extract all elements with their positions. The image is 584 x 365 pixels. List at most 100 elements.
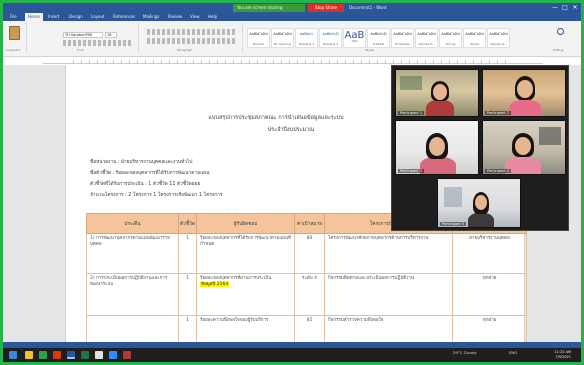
style-intense-quote[interactable]: AaBbCcDd Intense Q... — [487, 28, 510, 48]
style-strong[interactable]: AaBbCcDd Strong — [439, 28, 462, 48]
participant-face — [429, 137, 445, 156]
table-cell[interactable]: 2) การประเมินผลการปฏิบัติงานและการพัฒนาร… — [86, 273, 179, 316]
table-cell[interactable]: ร้อยละของบุคลากรที่ได้รับการพัฒนาตามแผนท… — [196, 233, 295, 274]
font-size-select[interactable]: 16 — [105, 32, 117, 38]
minimize-button[interactable]: — — [551, 3, 559, 13]
style-emphasis[interactable]: AaBbCcDd Emphasis — [391, 28, 414, 48]
zoom-icon[interactable] — [109, 351, 117, 359]
table-cell[interactable]: 1 — [178, 315, 197, 346]
start-icon[interactable] — [9, 351, 17, 359]
style-subtitle[interactable]: AaBbCcD Subtitle — [367, 28, 390, 48]
style-intense-emphasis[interactable]: AaBbCcDd Intense E... — [415, 28, 438, 48]
paragraph-list-buttons[interactable] — [147, 29, 237, 35]
style-name: Heading 1 — [298, 42, 315, 46]
ribbon-tabs: File Home Insert Design Layout Reference… — [3, 13, 581, 21]
table-row: 1) การพัฒนาบุคลากรตามแผนพัฒนารายบุคคล 1 … — [86, 233, 527, 274]
tab-references[interactable]: References — [113, 13, 135, 21]
app-icon[interactable] — [95, 351, 103, 359]
table-cell[interactable]: ฝ่ายบริหารงานบุคคล — [452, 233, 527, 274]
maximize-button[interactable]: □ — [561, 3, 569, 13]
font-name-select[interactable]: TH SarabunPSK — [63, 32, 103, 38]
language-indicator[interactable]: ENG — [509, 350, 517, 355]
screen-share-indicator: You are screen sharing — [233, 4, 305, 12]
participant-face — [517, 80, 533, 98]
style-heading-2[interactable]: AaBbCcD Heading 2 — [319, 28, 342, 48]
participant-video-tile[interactable]: Participant 5 — [437, 178, 521, 228]
table-cell[interactable]: กิจกรรมสำรวจความพึงพอใจ — [324, 315, 453, 346]
table-cell[interactable]: ร้อยละความพึงพอใจของผู้รับบริการ — [196, 315, 295, 346]
app-icon[interactable] — [123, 351, 131, 359]
system-clock[interactable]: 11:20 AM 7/9/2021 — [554, 350, 571, 360]
paste-icon[interactable] — [9, 26, 20, 40]
title-bar: You are screen sharing Stop Share Docume… — [3, 3, 581, 13]
style-no-spacing[interactable]: AaBbCcDd No Spacing — [271, 28, 294, 48]
table-cell[interactable]: 80 — [294, 233, 325, 274]
style-quote[interactable]: AaBbCcDd Quote — [463, 28, 486, 48]
table-cell[interactable]: 1 — [178, 233, 197, 274]
style-title[interactable]: AaB Title — [343, 28, 366, 48]
background-window — [400, 76, 422, 90]
horizontal-ruler[interactable] — [43, 59, 543, 64]
style-name: Quote — [469, 42, 480, 46]
table-cell[interactable]: 85 — [294, 315, 325, 346]
find-icon[interactable] — [557, 28, 564, 35]
stop-share-button[interactable]: Stop Share — [308, 4, 344, 12]
table-cell[interactable]: ทุกฝ่าย — [452, 273, 527, 316]
participant-name: Participant 5 — [440, 222, 467, 226]
style-normal[interactable]: AaBbCcDd Normal — [247, 28, 270, 48]
tab-insert[interactable]: Insert — [48, 13, 59, 21]
table-cell[interactable]: 1) การพัฒนาบุคลากรตามแผนพัฒนารายบุคคล — [86, 233, 179, 274]
tab-view[interactable]: View — [190, 13, 200, 21]
paragraph-group: Paragraph — [141, 23, 243, 53]
participant-video-tile[interactable]: Participant 2 — [482, 69, 566, 117]
powerpoint-icon[interactable] — [53, 351, 61, 359]
clipboard-group: Clipboard — [5, 23, 27, 53]
tab-layout[interactable]: Layout — [91, 13, 105, 21]
editing-group: Editing — [547, 23, 579, 53]
video-gallery-panel[interactable]: Participant 1 Participant 2 Participant … — [391, 65, 569, 231]
file-explorer-icon[interactable] — [25, 351, 33, 359]
table-cell[interactable]: ระดับ 4 — [294, 273, 325, 316]
tab-review[interactable]: Review — [168, 13, 182, 21]
participant-video-tile[interactable]: Participant 4 — [482, 120, 566, 175]
tab-mailings[interactable]: Mailings — [143, 13, 159, 21]
style-name: Emphasis — [395, 42, 410, 46]
excel-icon[interactable] — [81, 351, 89, 359]
tab-home[interactable]: Home — [25, 13, 43, 21]
table-header: ค่าเป้าหมาย — [294, 213, 325, 234]
windows-taskbar: 29°C Cloudy ENG 11:20 AM 7/9/2021 — [3, 348, 581, 362]
tab-file[interactable]: File — [7, 13, 20, 21]
table-cell[interactable]: ร้อยละของบุคลากรที่ผ่านการประเมิน ข้อมูล… — [196, 273, 295, 316]
style-heading-1[interactable]: AaBbCc Heading 1 — [295, 28, 318, 48]
styles-group: AaBbCcDd Normal AaBbCcDd No Spacing AaBbCc… — [245, 23, 545, 53]
table-cell-text: ร้อยละของบุคลากรที่ผ่านการประเมิน — [200, 276, 272, 281]
paragraph-label: Paragraph — [177, 48, 193, 52]
style-name: No Spacing — [274, 42, 291, 46]
meta-line: ตัวชี้วัดที่ได้รับการประเมิน : 1 ตัวชี้ว… — [90, 182, 201, 187]
participant-video-tile[interactable]: Participant 1 — [395, 69, 479, 117]
kpi-table: ประเด็น ตัวชี้วัด ผู้รับผิดชอบ ค่าเป้าหม… — [86, 213, 527, 346]
close-button[interactable]: ✕ — [571, 3, 579, 13]
style-name: Title — [351, 39, 358, 43]
chrome-icon[interactable] — [39, 351, 47, 359]
tab-design[interactable]: Design — [69, 13, 83, 21]
background-window — [444, 187, 462, 207]
participant-body — [509, 100, 541, 116]
style-preview: AaBbCcDd — [465, 32, 484, 36]
table-cell[interactable]: โครงการพัฒนาศักยภาพบุคลากรด้านการบริหารง… — [324, 233, 453, 274]
table-cell[interactable]: กิจกรรมติดตามและประเมินผลการปฏิบัติงาน — [324, 273, 453, 316]
word-icon[interactable] — [67, 351, 75, 359]
table-cell[interactable]: 1 — [178, 273, 197, 316]
font-format-buttons[interactable] — [63, 40, 133, 46]
weather-widget[interactable]: 29°C Cloudy — [453, 350, 477, 355]
tab-help[interactable]: Help — [208, 13, 217, 21]
paragraph-align-buttons[interactable] — [147, 38, 237, 44]
participant-body — [420, 157, 456, 174]
styles-label: Styles — [365, 48, 375, 52]
meta-line: ชื่อหน่วยงาน : ฝ่ายบริหารงานบุคคลและงานท… — [90, 160, 193, 165]
style-preview: AaBbCcD — [370, 32, 387, 36]
font-label: Font — [77, 48, 84, 52]
table-cell[interactable]: ทุกฝ่าย — [452, 315, 527, 346]
table-cell[interactable] — [86, 315, 179, 346]
participant-video-tile[interactable]: Participant 3 — [395, 120, 479, 175]
